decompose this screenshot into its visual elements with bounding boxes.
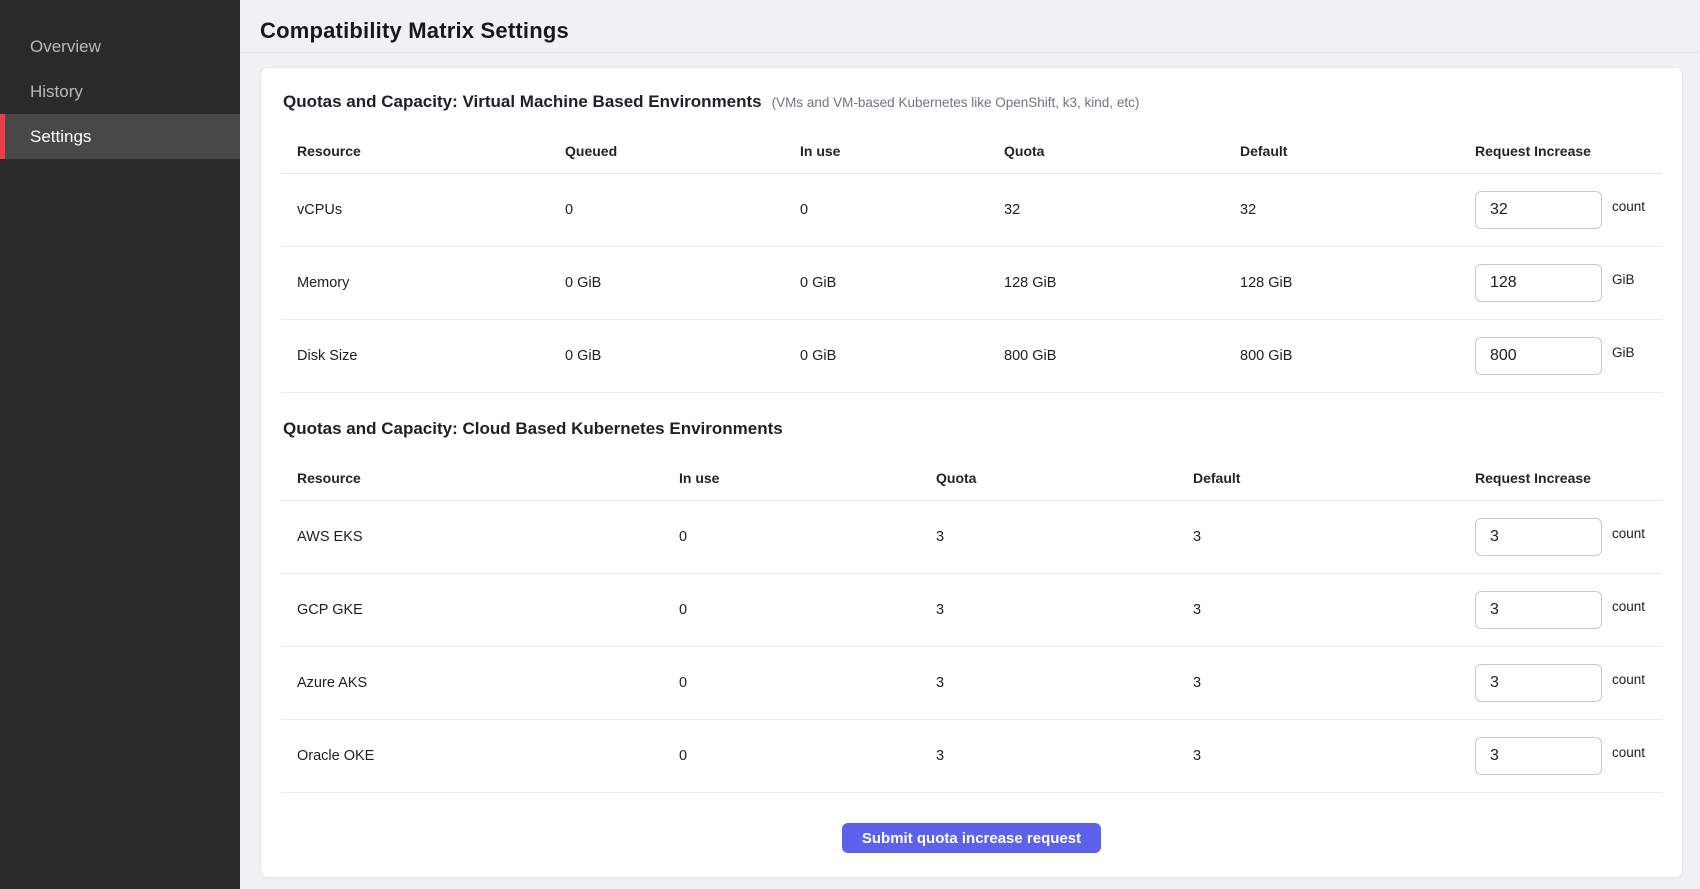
column-header-default: Default xyxy=(1224,143,1459,159)
cell-value: 3 xyxy=(1177,602,1459,618)
section-header: Quotas and Capacity: Cloud Based Kuberne… xyxy=(281,419,1662,439)
resource-name: GCP GKE xyxy=(281,602,663,618)
request-increase-input[interactable] xyxy=(1475,518,1602,556)
column-header-in-use: In use xyxy=(784,143,988,159)
cell-value: 0 xyxy=(784,202,988,218)
unit-label: count xyxy=(1612,199,1645,214)
request-increase-input[interactable] xyxy=(1475,191,1602,229)
actions-bar: Submit quota increase request xyxy=(281,793,1662,853)
resource-name: Azure AKS xyxy=(281,675,663,691)
request-increase-cell: count xyxy=(1459,518,1662,556)
cell-value: 0 xyxy=(663,602,920,618)
sidebar-item-label: Settings xyxy=(30,127,91,147)
section-cloud-kubernetes: Quotas and Capacity: Cloud Based Kuberne… xyxy=(281,419,1662,793)
table-row: Memory0 GiB0 GiB128 GiB128 GiBGiB xyxy=(281,247,1662,320)
request-increase-input[interactable] xyxy=(1475,664,1602,702)
resource-name: AWS EKS xyxy=(281,529,663,545)
cell-value: 0 GiB xyxy=(784,348,988,364)
page-header: Compatibility Matrix Settings xyxy=(240,0,1700,53)
resource-name: Disk Size xyxy=(281,348,549,364)
cell-value: 0 GiB xyxy=(549,348,784,364)
cell-value: 800 GiB xyxy=(988,348,1224,364)
table-header-row: ResourceQueuedIn useQuotaDefaultRequest … xyxy=(281,128,1662,174)
cell-value: 0 xyxy=(663,675,920,691)
resource-name: vCPUs xyxy=(281,202,549,218)
request-increase-input[interactable] xyxy=(1475,737,1602,775)
sidebar-item-history[interactable]: History xyxy=(0,69,240,114)
request-increase-cell: count xyxy=(1459,191,1662,229)
request-increase-cell: GiB xyxy=(1459,337,1662,375)
section-title: Quotas and Capacity: Cloud Based Kuberne… xyxy=(283,419,783,439)
sidebar-item-label: Overview xyxy=(30,37,101,57)
column-header-request-increase: Request Increase xyxy=(1459,470,1662,486)
active-indicator xyxy=(0,114,5,159)
table-row: Disk Size0 GiB0 GiB800 GiB800 GiBGiB xyxy=(281,320,1662,393)
request-increase-input[interactable] xyxy=(1475,591,1602,629)
request-increase-cell: count xyxy=(1459,591,1662,629)
sidebar-item-overview[interactable]: Overview xyxy=(0,24,240,69)
cell-value: 3 xyxy=(920,675,1177,691)
request-increase-cell: count xyxy=(1459,664,1662,702)
column-header-resource: Resource xyxy=(281,143,549,159)
cell-value: 0 xyxy=(549,202,784,218)
table-row: Azure AKS033count xyxy=(281,647,1662,720)
request-increase-input[interactable] xyxy=(1475,337,1602,375)
quotas-card: Quotas and Capacity: Virtual Machine Bas… xyxy=(260,67,1683,878)
unit-label: GiB xyxy=(1612,272,1635,287)
table-body: AWS EKS033countGCP GKE033countAzure AKS0… xyxy=(281,501,1662,793)
cell-value: 3 xyxy=(920,529,1177,545)
unit-label: count xyxy=(1612,745,1645,760)
column-header-default: Default xyxy=(1177,470,1459,486)
sidebar-item-settings[interactable]: Settings xyxy=(0,114,240,159)
section-vm-environments: Quotas and Capacity: Virtual Machine Bas… xyxy=(281,92,1662,393)
unit-label: GiB xyxy=(1612,345,1635,360)
cell-value: 0 xyxy=(663,529,920,545)
table-row: vCPUs003232count xyxy=(281,174,1662,247)
unit-label: count xyxy=(1612,526,1645,541)
table-row: AWS EKS033count xyxy=(281,501,1662,574)
unit-label: count xyxy=(1612,599,1645,614)
cell-value: 3 xyxy=(1177,675,1459,691)
cell-value: 800 GiB xyxy=(1224,348,1459,364)
cell-value: 128 GiB xyxy=(1224,275,1459,291)
section-header: Quotas and Capacity: Virtual Machine Bas… xyxy=(281,92,1662,112)
table-row: GCP GKE033count xyxy=(281,574,1662,647)
page-title: Compatibility Matrix Settings xyxy=(260,17,1680,44)
resource-name: Memory xyxy=(281,275,549,291)
submit-quota-increase-button[interactable]: Submit quota increase request xyxy=(842,823,1101,853)
cell-value: 3 xyxy=(920,748,1177,764)
column-header-queued: Queued xyxy=(549,143,784,159)
request-increase-cell: count xyxy=(1459,737,1662,775)
cell-value: 3 xyxy=(920,602,1177,618)
cell-value: 0 GiB xyxy=(784,275,988,291)
column-header-quota: Quota xyxy=(988,143,1224,159)
request-increase-cell: GiB xyxy=(1459,264,1662,302)
cell-value: 32 xyxy=(988,202,1224,218)
unit-label: count xyxy=(1612,672,1645,687)
request-increase-input[interactable] xyxy=(1475,264,1602,302)
cell-value: 0 xyxy=(663,748,920,764)
column-header-quota: Quota xyxy=(920,470,1177,486)
table-row: Oracle OKE033count xyxy=(281,720,1662,793)
sidebar-item-label: History xyxy=(30,82,83,102)
cell-value: 0 GiB xyxy=(549,275,784,291)
cell-value: 32 xyxy=(1224,202,1459,218)
table-header-row: ResourceIn useQuotaDefaultRequest Increa… xyxy=(281,455,1662,501)
column-header-in-use: In use xyxy=(663,470,920,486)
column-header-resource: Resource xyxy=(281,470,663,486)
table-body: vCPUs003232countMemory0 GiB0 GiB128 GiB1… xyxy=(281,174,1662,393)
main-content: Compatibility Matrix Settings Quotas and… xyxy=(240,0,1700,889)
cell-value: 3 xyxy=(1177,529,1459,545)
column-header-request-increase: Request Increase xyxy=(1459,143,1662,159)
cell-value: 128 GiB xyxy=(988,275,1224,291)
resource-name: Oracle OKE xyxy=(281,748,663,764)
sidebar-nav: Overview History Settings xyxy=(0,0,240,889)
section-subtitle: (VMs and VM-based Kubernetes like OpenSh… xyxy=(772,95,1140,110)
cell-value: 3 xyxy=(1177,748,1459,764)
section-title: Quotas and Capacity: Virtual Machine Bas… xyxy=(283,92,762,112)
